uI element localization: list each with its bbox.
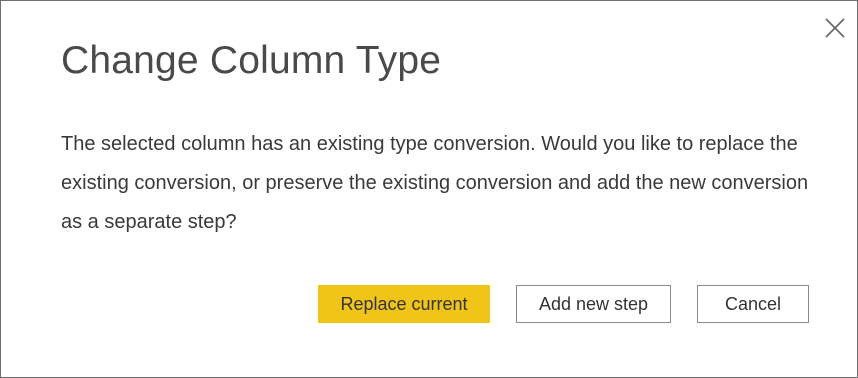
dialog-title: Change Column Type: [61, 39, 442, 82]
close-icon: [825, 18, 845, 38]
add-new-step-button[interactable]: Add new step: [516, 285, 671, 323]
cancel-button[interactable]: Cancel: [697, 285, 809, 323]
dialog-message: The selected column has an existing type…: [61, 133, 809, 233]
replace-current-button[interactable]: Replace current: [318, 285, 490, 323]
close-button[interactable]: [821, 14, 849, 42]
change-column-type-dialog: Change Column Type The selected column h…: [0, 0, 858, 378]
